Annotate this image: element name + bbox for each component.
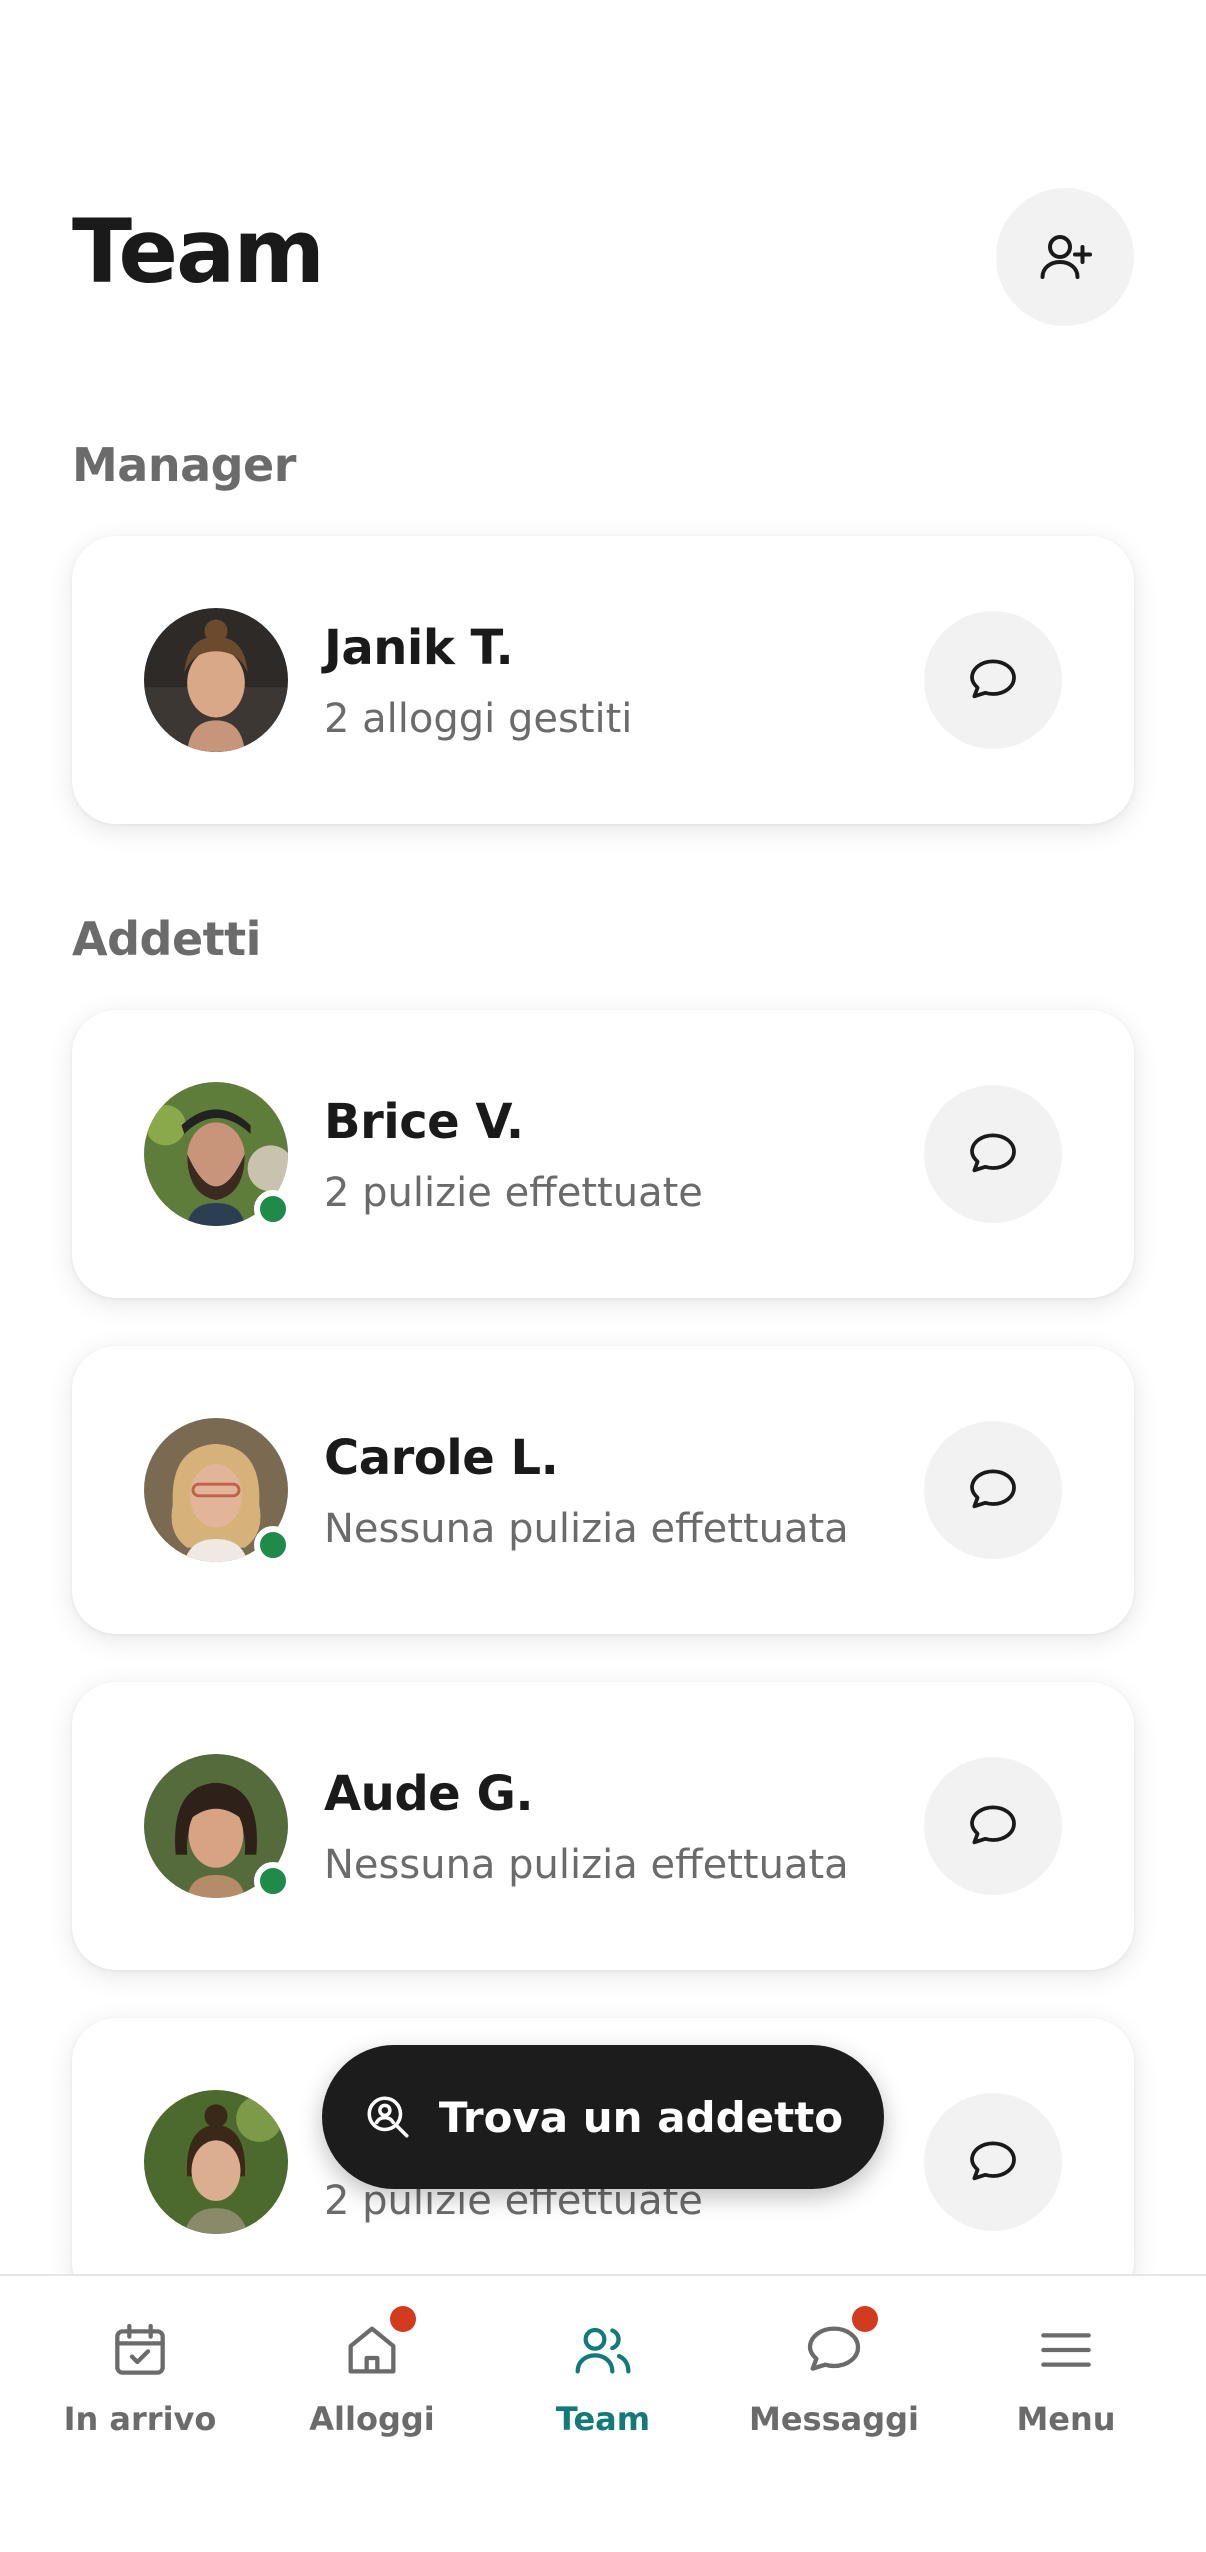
nav-label: Menu bbox=[1016, 2400, 1116, 2438]
avatar bbox=[144, 608, 288, 752]
search-person-icon bbox=[367, 2096, 409, 2138]
avatar bbox=[144, 1418, 292, 1564]
avatar-photo bbox=[144, 608, 288, 752]
section-label-staff: Addetti bbox=[72, 912, 261, 966]
find-staff-button[interactable]: Trova un addetto bbox=[322, 2045, 884, 2189]
bottom-navigation: In arrivo Alloggi Team Messaggi Menu bbox=[0, 2274, 1206, 2552]
nav-item-alloggi[interactable]: Alloggi bbox=[262, 2306, 482, 2466]
notification-dot bbox=[390, 2306, 416, 2332]
chat-bubble-icon bbox=[970, 1469, 1016, 1509]
member-name: Brice V. bbox=[324, 1094, 524, 1150]
nav-label: Alloggi bbox=[309, 2400, 435, 2438]
menu-icon bbox=[1041, 2333, 1091, 2367]
member-subtitle: Nessuna pulizia effettuata bbox=[324, 1842, 849, 1888]
online-status-dot bbox=[254, 1526, 292, 1564]
team-page: Team Manager Janik T. 2 alloggi gestiti … bbox=[0, 0, 1206, 2552]
manager-card[interactable]: Janik T. 2 alloggi gestiti bbox=[72, 536, 1134, 824]
online-status-dot bbox=[254, 1190, 292, 1228]
avatar bbox=[144, 2090, 288, 2234]
nav-item-team[interactable]: Team bbox=[493, 2306, 713, 2466]
avatar bbox=[144, 1754, 292, 1900]
member-name: Carole L. bbox=[324, 1430, 559, 1486]
user-plus-icon bbox=[1040, 235, 1092, 279]
staff-card[interactable]: Brice V. 2 pulizie effettuate bbox=[72, 1010, 1134, 1298]
calendar-check-icon bbox=[115, 2323, 165, 2375]
chat-bubble-icon bbox=[970, 659, 1016, 699]
chat-button[interactable] bbox=[924, 1757, 1062, 1895]
avatar bbox=[144, 1082, 292, 1228]
chat-button[interactable] bbox=[924, 1421, 1062, 1559]
member-name: Aude G. bbox=[324, 1766, 534, 1822]
users-icon bbox=[575, 2327, 631, 2374]
nav-label: In arrivo bbox=[63, 2400, 217, 2438]
chat-bubble-icon bbox=[970, 2141, 1016, 2181]
page-title: Team bbox=[72, 200, 325, 303]
member-subtitle: 2 pulizie effettuate bbox=[324, 1170, 703, 1216]
nav-item-messaggi[interactable]: Messaggi bbox=[724, 2306, 944, 2466]
nav-item-in-arrivo[interactable]: In arrivo bbox=[30, 2306, 250, 2466]
staff-card[interactable]: Carole L. Nessuna pulizia effettuata bbox=[72, 1346, 1134, 1634]
chat-bubble-icon bbox=[970, 1805, 1016, 1845]
chat-button[interactable] bbox=[924, 611, 1062, 749]
staff-card[interactable]: Aude G. Nessuna pulizia effettuata bbox=[72, 1682, 1134, 1970]
notification-dot bbox=[852, 2306, 878, 2332]
online-status-dot bbox=[254, 1862, 292, 1900]
nav-label: Team bbox=[555, 2400, 651, 2438]
member-name: Janik T. bbox=[324, 620, 514, 676]
member-subtitle: 2 alloggi gestiti bbox=[324, 696, 633, 742]
section-label-manager: Manager bbox=[72, 438, 296, 492]
nav-item-menu[interactable]: Menu bbox=[956, 2306, 1176, 2466]
nav-label: Messaggi bbox=[748, 2400, 919, 2438]
avatar-photo bbox=[144, 2090, 288, 2234]
chat-button[interactable] bbox=[924, 2093, 1062, 2231]
member-subtitle: Nessuna pulizia effettuata bbox=[324, 1506, 849, 1552]
chat-button[interactable] bbox=[924, 1085, 1062, 1223]
find-staff-label: Trova un addetto bbox=[438, 2092, 844, 2142]
chat-bubble-icon bbox=[970, 1133, 1016, 1173]
add-member-button[interactable] bbox=[996, 188, 1134, 326]
